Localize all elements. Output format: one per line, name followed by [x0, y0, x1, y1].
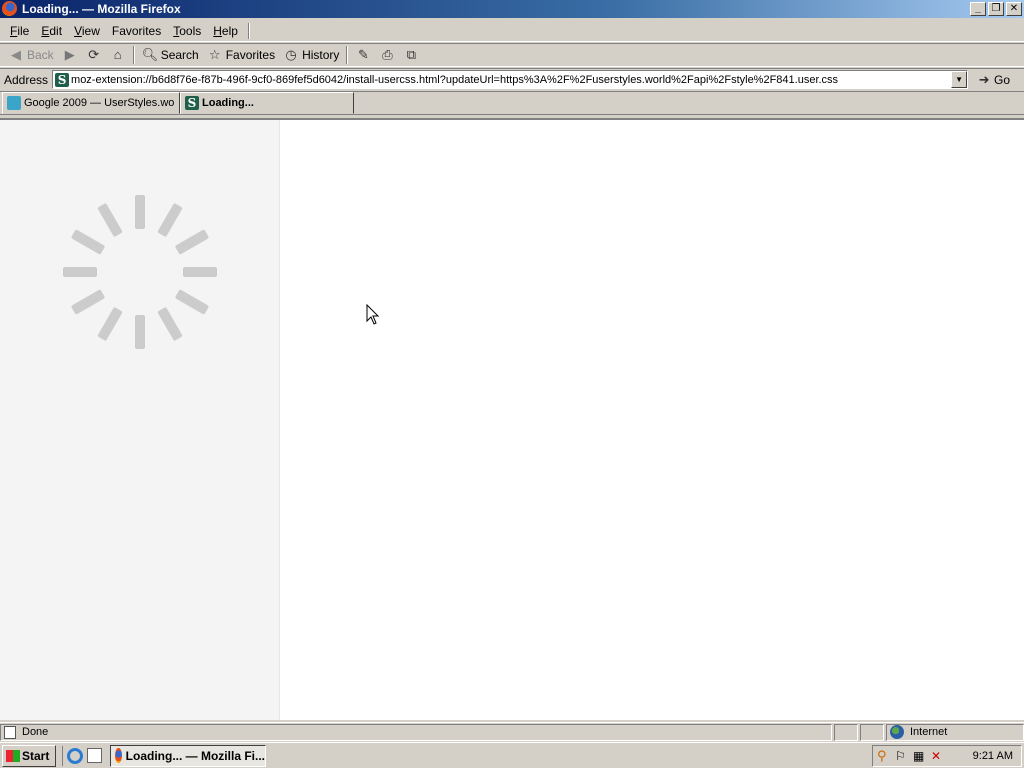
window-controls: _ ❐ ✕	[970, 2, 1022, 16]
internet-zone-icon	[890, 725, 904, 739]
userstyles-favicon-icon	[7, 96, 21, 110]
stylus-favicon-icon: S	[185, 96, 199, 110]
close-button[interactable]: ✕	[1006, 2, 1022, 16]
history-button[interactable]: ◷ History	[279, 44, 343, 66]
menu-edit[interactable]: Edit	[35, 21, 68, 41]
menu-file[interactable]: File	[4, 21, 35, 41]
spinner-spoke	[63, 267, 97, 277]
menu-help[interactable]: Help	[207, 21, 244, 41]
windows-logo-icon	[6, 749, 20, 762]
maximize-button[interactable]: ❐	[988, 2, 1004, 16]
reload-icon: ⟳	[88, 47, 100, 62]
home-button[interactable]: ⌂	[106, 44, 130, 66]
menu-view[interactable]: View	[68, 21, 106, 41]
status-pane-progress	[834, 723, 858, 741]
mouse-cursor-icon	[366, 304, 380, 325]
tab-bar: Google 2009 — UserStyles.wo S Loading...	[0, 91, 1024, 115]
loading-spinner-icon	[63, 195, 217, 349]
install-sidebar	[0, 120, 280, 720]
taskbar-task-label: Loading... — Mozilla Fi...	[125, 748, 265, 763]
stylus-site-icon: S	[55, 72, 70, 87]
status-text: Done	[22, 726, 49, 738]
system-tray: ⚲ ⚐ ▦ ✕ 9:21 AM	[872, 744, 1022, 767]
tab-label: Loading...	[202, 97, 254, 109]
menu-bar: File Edit View Favorites Tools Help	[0, 20, 1024, 42]
internet-explorer-icon[interactable]	[67, 747, 83, 764]
address-bar: Address S moz-extension://b6d8f76e-f87b-…	[0, 68, 1024, 90]
minimize-button[interactable]: _	[970, 2, 986, 16]
favorites-button[interactable]: ☆ Favorites	[203, 44, 279, 66]
print-button[interactable]: ⎙	[375, 44, 399, 66]
menu-tools[interactable]: Tools	[167, 21, 207, 41]
start-label: Start	[22, 748, 50, 763]
spinner-spoke	[135, 195, 145, 229]
firefox-icon	[2, 1, 18, 17]
address-url[interactable]: moz-extension://b6d8f76e-f87b-496f-9cf0-…	[71, 74, 951, 86]
back-label: Back	[27, 48, 54, 62]
taskbar: Start Loading... — Mozilla Fi... ⚲ ⚐ ▦ ✕…	[0, 742, 1024, 768]
go-arrow-icon: ➜	[978, 71, 990, 87]
firefox-icon	[115, 748, 122, 763]
spinner-spoke	[71, 289, 105, 315]
tab-loading[interactable]: S Loading...	[180, 92, 354, 114]
tab-label: Google 2009 — UserStyles.wo	[24, 97, 175, 109]
title-bar: Loading... — Mozilla Firefox _ ❐ ✕	[0, 0, 1024, 18]
spinner-spoke	[183, 267, 217, 277]
favorites-label: Favorites	[225, 48, 276, 62]
navigation-toolbar: ◀ Back ▶ ⟳ ⌂ 🔍︎ Search ☆ Favorites ◷ His…	[0, 43, 1024, 67]
clock: 9:21 AM	[972, 749, 1013, 762]
toolbar-separator	[346, 46, 349, 64]
spinner-spoke	[71, 229, 105, 255]
edit-button[interactable]: ✎	[351, 44, 375, 66]
go-label: Go	[994, 72, 1011, 87]
search-icon: 🔍︎	[141, 47, 159, 62]
network-tray-icon[interactable]: ▦	[913, 749, 927, 763]
status-bar: Done Internet	[0, 722, 1024, 741]
toolbar-separator	[132, 46, 135, 64]
spinner-spoke	[97, 203, 123, 237]
network-button[interactable]: ⧉	[399, 44, 423, 66]
network-icon: ⧉	[406, 47, 417, 62]
zone-label: Internet	[910, 726, 948, 738]
status-pane-security	[860, 723, 884, 741]
printer-icon: ⎙	[382, 47, 393, 62]
spinner-spoke	[175, 289, 209, 315]
go-button[interactable]: ➜ Go	[976, 72, 1010, 88]
taskbar-firefox-window[interactable]: Loading... — Mozilla Fi...	[110, 744, 266, 767]
edit-page-icon: ✎	[357, 47, 369, 62]
history-clock-icon: ◷	[285, 47, 297, 62]
tab-google-2009[interactable]: Google 2009 — UserStyles.wo	[2, 92, 180, 114]
spinner-spoke	[157, 307, 183, 341]
search-label: Search	[160, 48, 199, 62]
reload-button[interactable]: ⟳	[82, 44, 106, 66]
home-icon: ⌂	[113, 47, 122, 62]
page-content	[0, 118, 1024, 720]
page-status-icon	[4, 725, 16, 739]
address-label: Address	[4, 72, 49, 87]
spinner-spoke	[97, 307, 123, 341]
spinner-spoke	[175, 229, 209, 255]
favorites-star-icon: ☆	[208, 47, 221, 62]
spinner-spoke	[135, 315, 145, 349]
start-button[interactable]: Start	[2, 744, 56, 767]
history-label: History	[302, 48, 340, 62]
search-tray-icon[interactable]: ⚲	[877, 748, 891, 763]
back-button[interactable]: ◀ Back	[4, 44, 58, 66]
status-text-pane: Done	[0, 723, 832, 741]
volume-muted-icon[interactable]: ✕	[931, 749, 945, 763]
quick-launch	[62, 745, 102, 766]
search-button[interactable]: 🔍︎ Search	[138, 44, 203, 66]
address-dropdown-button[interactable]: ▼	[951, 71, 968, 88]
forward-arrow-icon: ▶	[64, 47, 75, 62]
window-title: Loading... — Mozilla Firefox	[22, 2, 181, 16]
security-zone-pane: Internet	[886, 723, 1024, 741]
back-arrow-icon: ◀	[11, 47, 21, 62]
menu-favorites[interactable]: Favorites	[106, 21, 167, 41]
notepad-icon[interactable]	[87, 748, 102, 763]
spinner-spoke	[157, 203, 183, 237]
menu-separator	[247, 22, 250, 39]
flag-tray-icon[interactable]: ⚐	[895, 749, 909, 763]
forward-button[interactable]: ▶	[58, 44, 82, 66]
address-input[interactable]: S moz-extension://b6d8f76e-f87b-496f-9cf…	[52, 70, 969, 89]
